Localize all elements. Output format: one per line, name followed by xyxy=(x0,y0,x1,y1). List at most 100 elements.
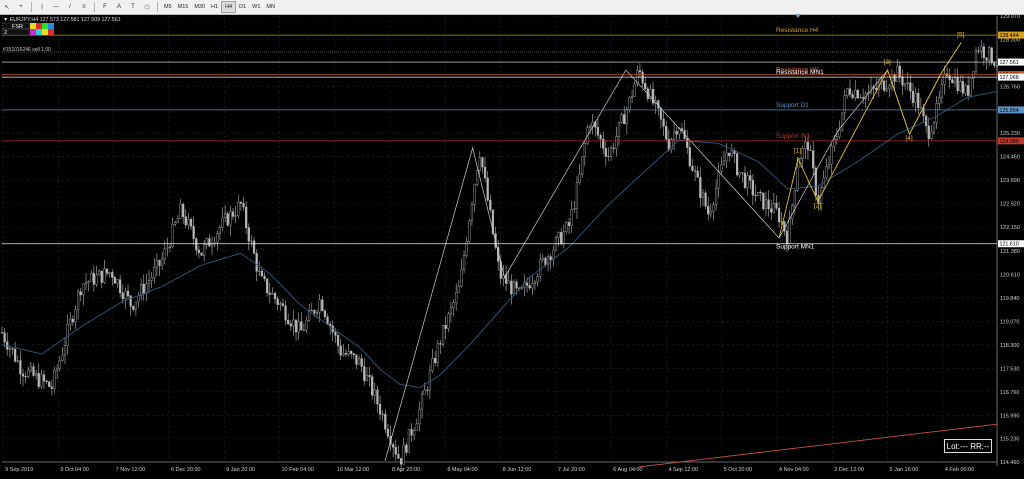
y-ticks: 129.070128.300127.561127.068126.760125.9… xyxy=(1000,14,1020,466)
candle-body xyxy=(116,279,119,284)
candle-body xyxy=(434,358,437,363)
candle-body xyxy=(489,200,492,211)
candle-body xyxy=(176,218,179,223)
candle-body xyxy=(32,366,35,376)
candle-body xyxy=(132,306,135,310)
candle-body xyxy=(717,171,720,189)
candle-body xyxy=(289,323,292,327)
x-tick-label: 9 Sep 2019 xyxy=(5,467,33,473)
toolbar-separator xyxy=(157,2,158,12)
horizontal-line-icon[interactable]: — xyxy=(50,1,62,13)
timeframe-m30[interactable]: M30 xyxy=(191,1,208,13)
candle-body xyxy=(630,96,634,98)
timeframe-m15[interactable]: M15 xyxy=(175,1,192,13)
vertical-line-icon[interactable]: | xyxy=(36,1,48,13)
candle-body xyxy=(486,177,489,201)
candle-body xyxy=(552,249,555,260)
level-price-label: 127.068 xyxy=(1000,75,1019,81)
candle-body xyxy=(662,118,665,127)
label-icon[interactable]: T xyxy=(127,1,139,13)
candle-body xyxy=(791,205,794,219)
levels: 128.444Resistance H4127.561127.150Resist… xyxy=(2,27,1024,251)
timeframe-mn[interactable]: MN xyxy=(263,1,278,13)
timeframe-h4[interactable]: H4 xyxy=(221,1,237,13)
candle-body xyxy=(623,114,626,125)
timeframe-m5[interactable]: M5 xyxy=(161,1,175,13)
candle-body xyxy=(841,112,844,131)
candle-body xyxy=(226,213,229,226)
candle-body xyxy=(168,246,172,248)
candle-body xyxy=(462,255,466,270)
indicator-swatch xyxy=(42,23,48,29)
candle-body xyxy=(995,65,999,67)
candle-body xyxy=(111,272,114,278)
candle-body xyxy=(541,257,544,260)
candle-body xyxy=(570,209,573,226)
candle-body xyxy=(357,358,361,365)
timeframe-w1[interactable]: W1 xyxy=(249,1,263,13)
channel-icon[interactable]: ≡ xyxy=(78,1,90,13)
toolbar-separator xyxy=(94,2,95,12)
lot-rr-box[interactable]: Lot:--- RR:-- xyxy=(944,439,992,453)
candle-body xyxy=(174,222,177,225)
fibonacci-icon[interactable]: F xyxy=(99,1,111,13)
candle-body xyxy=(371,376,374,396)
candle-body xyxy=(363,366,366,381)
candle-body xyxy=(418,408,421,425)
y-tick-label: 122.150 xyxy=(1000,225,1020,231)
candle-body xyxy=(82,283,85,296)
candle-body xyxy=(297,321,300,333)
candle-body xyxy=(833,139,836,147)
candle-body xyxy=(835,136,838,140)
indicator-swatch xyxy=(36,23,42,29)
candle-body xyxy=(16,360,19,362)
candle-body xyxy=(691,165,694,171)
timeframe-h1[interactable]: H1 xyxy=(208,1,221,13)
indicator-swatch xyxy=(42,29,48,35)
crosshair-icon[interactable]: + xyxy=(15,1,27,13)
y-tick-label: 115.230 xyxy=(1000,436,1019,442)
candle-body xyxy=(216,233,219,243)
candle-body xyxy=(528,285,531,289)
candle-body xyxy=(449,307,453,315)
candle-body xyxy=(147,280,151,284)
candle-body xyxy=(465,241,468,256)
candle-body xyxy=(969,78,972,96)
shapes-icon[interactable]: ⬠ xyxy=(141,1,153,13)
price-chart[interactable]: 129.070128.300127.561127.068126.760125.9… xyxy=(0,14,1024,479)
candle-body xyxy=(804,141,807,149)
candle-body xyxy=(266,278,269,294)
candle-body xyxy=(612,147,615,149)
candle-body xyxy=(846,88,849,97)
candle-body xyxy=(617,121,621,137)
candle-body xyxy=(741,172,744,174)
timeframe-d1[interactable]: D1 xyxy=(236,1,249,13)
candle-body xyxy=(457,285,460,293)
candle-body xyxy=(19,360,22,375)
candle-body xyxy=(615,136,618,149)
y-tick-label: 117.530 xyxy=(1000,366,1019,372)
candle-body xyxy=(260,270,264,277)
x-tick-label: 10 Feb 04:00 xyxy=(281,467,313,473)
trendline-icon[interactable]: / xyxy=(64,1,76,13)
level-text: Resistance H4 xyxy=(776,27,819,34)
candle-body xyxy=(373,389,376,396)
candle-body xyxy=(896,65,899,82)
candle-body xyxy=(948,75,951,80)
candle-body xyxy=(242,203,245,208)
candle-body xyxy=(759,192,762,194)
candle-body xyxy=(455,292,458,303)
y-tick-label: 119.070 xyxy=(1000,319,1019,325)
cursor-icon[interactable]: ↖ xyxy=(1,1,13,13)
candle-body xyxy=(431,358,434,371)
indicator-swatch xyxy=(48,23,54,29)
candle-body xyxy=(909,82,912,92)
candle-body xyxy=(688,147,691,167)
candle-body xyxy=(92,272,95,285)
candle-body xyxy=(693,170,697,172)
candle-body xyxy=(187,219,190,226)
level-price-label: 127.561 xyxy=(1000,60,1019,66)
candle-body xyxy=(756,192,760,196)
candle-body xyxy=(709,211,712,215)
text-icon[interactable]: A xyxy=(113,1,125,13)
